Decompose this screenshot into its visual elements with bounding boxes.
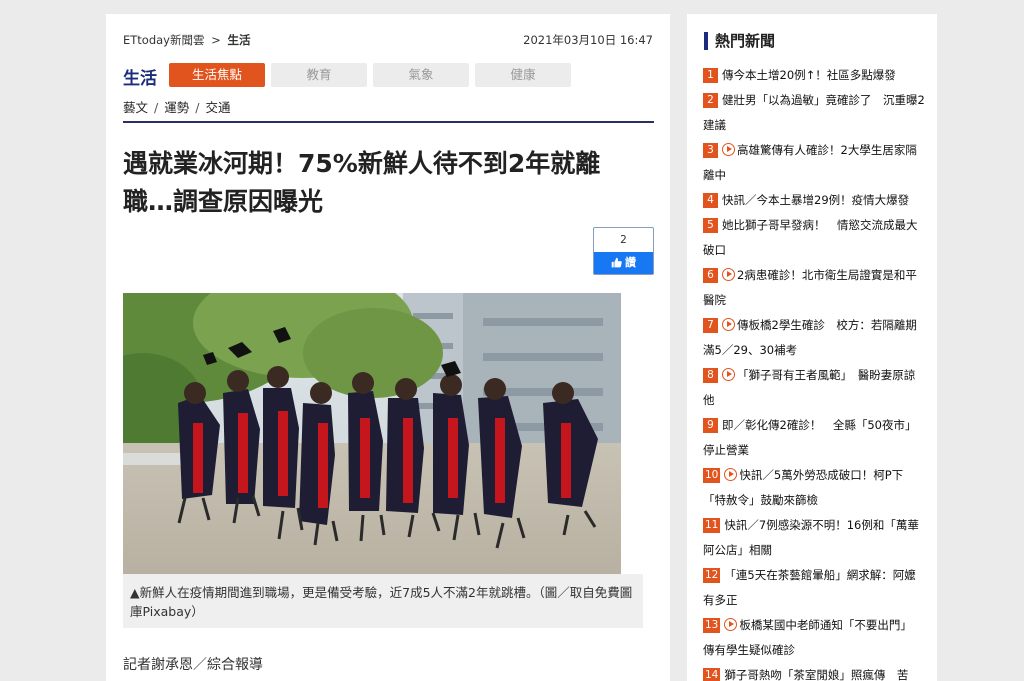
sidebar-title: 熱門新聞 (704, 32, 775, 50)
subcategory-separator: / (195, 100, 200, 115)
hot-news-item[interactable]: 3 高雄驚傳有人確診！2大學生居家隔離中 (703, 138, 925, 188)
hot-news-title: 「連5天在茶藝館暈船」網求解：阿嬤有多正 (703, 568, 916, 607)
hot-news-item[interactable]: 11 快訊／7例感染源不明！16例和「萬華阿公店」相關 (703, 513, 925, 563)
rank-badge: 14 (703, 668, 721, 681)
rank-badge: 7 (703, 318, 718, 333)
rank-badge: 3 (703, 143, 718, 158)
facebook-like-widget: 2 讚 (593, 227, 654, 275)
rank-badge: 13 (703, 618, 721, 633)
breadcrumb-section-link[interactable]: 生活 (227, 33, 250, 47)
play-circle-icon (722, 368, 735, 381)
breadcrumb-separator: > (211, 33, 221, 47)
rank-badge: 1 (703, 68, 718, 83)
hot-news-item[interactable]: 13 板橋某國中老師通知「不要出門」 傳有學生疑似確診 (703, 613, 925, 663)
hot-news-title: 即／彰化傳2確診！ 全縣「50夜市」停止營業 (703, 418, 917, 457)
like-label: 讚 (625, 256, 636, 269)
article-meta: ETtoday新聞雲 > 生活 2021年03月10日 16:47 (123, 32, 653, 48)
rank-badge: 4 (703, 193, 718, 208)
headline-line: 職…調查原因曝光 (123, 187, 324, 216)
article-date: 2021年03月10日 16:47 (523, 33, 653, 47)
rank-badge: 6 (703, 268, 718, 283)
hot-news-item[interactable]: 6 2病患確診！北市衛生局證實是和平醫院 (703, 263, 925, 313)
play-circle-icon (722, 143, 735, 156)
breadcrumb: ETtoday新聞雲 > 生活 (123, 32, 250, 48)
hot-news-item[interactable]: 12 「連5天在茶藝館暈船」網求解：阿嬤有多正 (703, 563, 925, 613)
hot-news-item[interactable]: 5 她比獅子哥早發病！ 情慾交流成最大破口 (703, 213, 925, 263)
hot-news-title: 傳今本土增20例↑！社區多點爆發 (722, 68, 896, 82)
subcategory-arts[interactable]: 藝文 (123, 100, 148, 115)
rank-badge: 9 (703, 418, 718, 433)
hot-news-item[interactable]: 10 快訊／5萬外勞恐成破口！柯P下「特赦令」鼓勵來篩檢 (703, 463, 925, 513)
hot-news-item[interactable]: 4 快訊／今本土暴增29例！疫情大爆發 (703, 188, 925, 213)
rank-badge: 8 (703, 368, 718, 383)
hot-news-title: 傳板橋2學生確診 校方：若隔離期滿5／29、30補考 (703, 318, 917, 357)
hot-news-title: 快訊／今本土暴增29例！疫情大爆發 (722, 193, 910, 207)
tab-weather[interactable]: 氣象 (373, 63, 469, 87)
play-circle-icon (722, 268, 735, 281)
graduation-photo-illustration (123, 293, 621, 574)
article-headline: 遇就業冰河期！75%新鮮人待不到2年就離 職…調查原因曝光 (123, 145, 643, 221)
rank-badge: 5 (703, 218, 718, 233)
article-photo (123, 293, 621, 574)
subcategory-separator: / (154, 100, 159, 115)
breadcrumb-site-link[interactable]: ETtoday新聞雲 (123, 33, 205, 47)
subcategory-nav: 藝文 / 運勢 / 交通 (123, 97, 230, 116)
tab-health[interactable]: 健康 (475, 63, 571, 87)
rank-badge: 11 (703, 518, 721, 533)
rank-badge: 10 (703, 468, 721, 483)
hot-news-item[interactable]: 1 傳今本土增20例↑！社區多點爆發 (703, 63, 925, 88)
hot-news-item[interactable]: 7 傳板橋2學生確診 校方：若隔離期滿5／29、30補考 (703, 313, 925, 363)
thumbs-up-icon (611, 257, 622, 268)
like-button[interactable]: 讚 (594, 252, 653, 274)
headline-line: 遇就業冰河期！75%新鮮人待不到2年就離 (123, 149, 601, 178)
hot-news-title: 快訊／7例感染源不明！16例和「萬華阿公店」相關 (703, 518, 919, 557)
subcategory-fortune[interactable]: 運勢 (164, 100, 189, 115)
rank-badge: 2 (703, 93, 718, 108)
header-divider (123, 121, 654, 123)
hot-news-title: 獅子哥熱吻「茶室閒娘」照瘋傳 苦 (724, 668, 909, 681)
reporter-byline: 記者謝承恩／綜合報導 (123, 657, 263, 673)
category-title[interactable]: 生活 (123, 64, 157, 89)
hot-news-sidebar: 熱門新聞 1 傳今本土增20例↑！社區多點爆發 2 健壯男「以為過敏」竟確診了 沉重曝… (687, 14, 937, 681)
rank-badge: 12 (703, 568, 721, 583)
article-card: ETtoday新聞雲 > 生活 2021年03月10日 16:47 生活 生活焦… (106, 14, 670, 681)
hot-news-title: 2病患確診！北市衛生局證實是和平醫院 (703, 268, 917, 307)
photo-caption: ▲新鮮人在疫情期間進到職場，更是備受考驗，近7成5人不滿2年就跳槽。（圖／取自免… (123, 574, 643, 628)
category-nav: 生活 生活焦點 教育 氣象 健康 (123, 63, 663, 89)
tab-education[interactable]: 教育 (271, 63, 367, 87)
subcategory-traffic[interactable]: 交通 (205, 100, 230, 115)
like-count: 2 (620, 234, 627, 246)
hot-news-title: 她比獅子哥早發病！ 情慾交流成最大破口 (703, 218, 918, 257)
hot-news-list: 1 傳今本土增20例↑！社區多點爆發 2 健壯男「以為過敏」竟確診了 沉重曝2建議 3 高… (703, 63, 925, 681)
hot-news-item[interactable]: 9 即／彰化傳2確診！ 全縣「50夜市」停止營業 (703, 413, 925, 463)
play-circle-icon (724, 468, 738, 481)
hot-news-item[interactable]: 14 獅子哥熱吻「茶室閒娘」照瘋傳 苦 (703, 663, 925, 681)
hot-news-title: 健壯男「以為過敏」竟確診了 沉重曝2建議 (703, 93, 925, 132)
tab-life-focus[interactable]: 生活焦點 (169, 63, 265, 87)
play-circle-icon (722, 318, 735, 331)
hot-news-item[interactable]: 8 「獅子哥有王者風範」 醫盼妻原諒他 (703, 363, 925, 413)
play-circle-icon (724, 618, 738, 631)
hot-news-title: 高雄驚傳有人確診！2大學生居家隔離中 (703, 143, 917, 182)
hot-news-item[interactable]: 2 健壯男「以為過敏」竟確診了 沉重曝2建議 (703, 88, 925, 138)
